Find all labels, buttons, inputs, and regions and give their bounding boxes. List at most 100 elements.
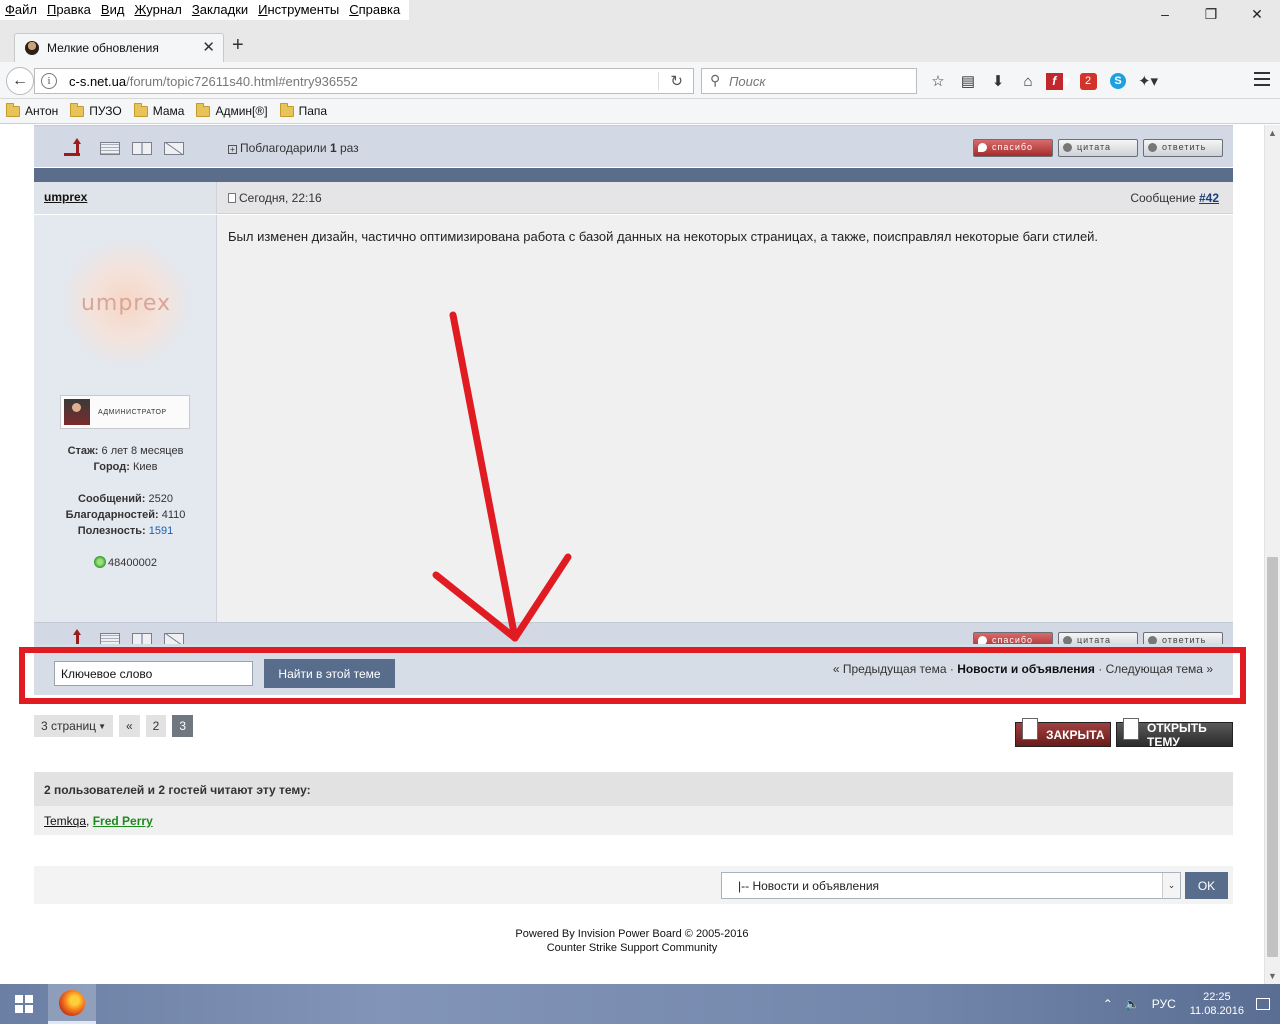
pagination: 3 страниц ▼ « 2 3 bbox=[34, 715, 199, 737]
tab-bar: Мелкие обновления ✕ + bbox=[0, 20, 1280, 62]
reload-icon[interactable]: ↻ bbox=[670, 72, 683, 90]
menu-view[interactable]: Вид bbox=[96, 0, 130, 20]
new-topic-button[interactable]: ОТКРЫТЬ ТЕМУ bbox=[1116, 718, 1233, 749]
close-tab-icon[interactable]: ✕ bbox=[202, 38, 215, 56]
email-icon[interactable] bbox=[164, 141, 184, 155]
star-icon[interactable]: ☆ bbox=[925, 69, 951, 93]
usefulness-row: Полезность: 1591 bbox=[34, 523, 217, 539]
first-page-link[interactable]: « bbox=[118, 715, 140, 737]
url-bar[interactable]: i c-s.net.ua/forum/topic72611s40.html#en… bbox=[34, 68, 694, 94]
bookmark-mama[interactable]: Мама bbox=[133, 102, 184, 118]
arrow-head-right bbox=[511, 553, 572, 642]
author-tenure-city: Стаж: 6 лет 8 месяцев Город: Киев bbox=[34, 443, 217, 475]
expand-plus-icon[interactable]: + bbox=[228, 145, 237, 154]
scroll-up-icon[interactable]: ▲ bbox=[1268, 128, 1277, 138]
taskbar-firefox[interactable] bbox=[48, 984, 96, 1024]
footer-community[interactable]: Counter Strike Support Community bbox=[0, 941, 1264, 955]
quote-button[interactable]: цитата bbox=[1058, 139, 1138, 157]
posts-value: 2520 bbox=[148, 493, 173, 505]
tab-active[interactable]: Мелкие обновления ✕ bbox=[14, 33, 224, 62]
post-number-label: Сообщение bbox=[1130, 191, 1196, 205]
post-buttons: спасибо цитата ответить bbox=[968, 139, 1223, 157]
flash-icon[interactable]: f ▾ bbox=[1045, 69, 1071, 93]
menu-help[interactable]: Справка bbox=[344, 0, 405, 20]
adblock-count: 2 bbox=[1079, 72, 1097, 90]
reply-button[interactable]: ответить bbox=[1143, 632, 1223, 644]
start-button[interactable] bbox=[0, 984, 48, 1024]
search-input[interactable]: ⚲ Поиск bbox=[701, 68, 917, 94]
reader-link[interactable]: Fred Perry bbox=[93, 814, 153, 828]
clock[interactable]: 22:25 11.08.2016 bbox=[1190, 990, 1244, 1018]
email-icon[interactable] bbox=[164, 632, 184, 644]
menu-history[interactable]: Журнал bbox=[129, 0, 186, 20]
extension-icon[interactable]: ✦▾ bbox=[1135, 69, 1161, 93]
bookmark-admin[interactable]: Админ[®] bbox=[196, 102, 268, 118]
download-icon[interactable]: ⬇ bbox=[985, 69, 1011, 93]
new-doc-icon bbox=[1123, 718, 1139, 740]
private-message-icon[interactable] bbox=[132, 141, 152, 155]
topic-closed-label: ЗАКРЫТА bbox=[1046, 727, 1105, 742]
url-text[interactable]: c-s.net.ua/forum/topic72611s40.html#entr… bbox=[69, 74, 358, 89]
footer-powered[interactable]: Powered By Invision Power Board © 2005-2… bbox=[0, 927, 1264, 941]
usefulness-value[interactable]: 1591 bbox=[149, 525, 173, 537]
notifications-icon[interactable] bbox=[1256, 998, 1270, 1010]
post-author-link[interactable]: umprex bbox=[44, 190, 87, 204]
thanks-count: 1 bbox=[329, 141, 337, 155]
thanks-summary[interactable]: + Поблагодарили 1 раз bbox=[228, 141, 359, 155]
bookmark-puzo[interactable]: ПУЗО bbox=[70, 102, 122, 118]
avatar[interactable]: umprex bbox=[62, 239, 190, 367]
post-header: umprex Сегодня, 22:16 Сообщение #42 bbox=[34, 182, 1233, 214]
reader-link[interactable]: Temkqa bbox=[44, 814, 86, 828]
reply-button[interactable]: ответить bbox=[1143, 139, 1223, 157]
page-scrollbar[interactable]: ▲ ▼ bbox=[1264, 125, 1280, 984]
page-link[interactable]: 2 bbox=[145, 715, 167, 737]
scroll-top-arrow-icon[interactable] bbox=[62, 138, 84, 156]
tray-expand-icon[interactable]: ⌃ bbox=[1103, 997, 1113, 1011]
chevron-down-icon[interactable]: ⌄ bbox=[1162, 873, 1180, 898]
profile-icon[interactable] bbox=[100, 141, 120, 155]
site-info-icon[interactable]: i bbox=[41, 73, 57, 89]
skype-icon[interactable]: S bbox=[1105, 69, 1131, 93]
bookmark-anton[interactable]: Антон bbox=[6, 102, 59, 118]
current-page: 3 bbox=[172, 715, 194, 737]
menu-icon[interactable] bbox=[1254, 72, 1270, 86]
tenure-label: Стаж: bbox=[67, 445, 99, 457]
private-message-icon[interactable] bbox=[132, 632, 152, 644]
rank-image-icon bbox=[64, 399, 90, 425]
menu-edit[interactable]: Правка bbox=[42, 0, 96, 20]
home-icon[interactable]: ⌂ bbox=[1015, 69, 1041, 93]
menu-file[interactable]: Файл bbox=[0, 0, 42, 20]
bookmark-papa[interactable]: Папа bbox=[279, 102, 327, 118]
scroll-down-icon[interactable]: ▼ bbox=[1268, 971, 1277, 981]
quote-button[interactable]: цитата bbox=[1058, 632, 1138, 644]
post-number-link[interactable]: #42 bbox=[1199, 191, 1219, 205]
windows-logo-icon bbox=[15, 995, 33, 1013]
adblock-icon[interactable]: 2 bbox=[1075, 69, 1101, 93]
profile-icon[interactable] bbox=[100, 632, 120, 644]
new-tab-icon[interactable]: + bbox=[232, 34, 244, 57]
pages-dropdown[interactable]: 3 страниц ▼ bbox=[34, 715, 113, 737]
bookmark-label: Антон bbox=[25, 104, 59, 118]
readers-tail: гостей читают эту тему: bbox=[168, 783, 311, 797]
thanks-suffix: раз bbox=[339, 141, 359, 155]
topic-closed-button[interactable]: ЗАКРЫТА bbox=[1015, 718, 1111, 747]
post-action-icons-bottom bbox=[62, 629, 196, 644]
menu-tools[interactable]: Инструменты bbox=[253, 0, 344, 20]
volume-icon[interactable]: 🔈 bbox=[1125, 997, 1140, 1011]
bookmark-label: ПУЗО bbox=[89, 104, 122, 118]
scroll-top-arrow-icon[interactable] bbox=[62, 629, 84, 644]
taskbar: ⌃ 🔈 РУС 22:25 11.08.2016 bbox=[0, 984, 1280, 1024]
caret-down-icon: ▼ bbox=[98, 721, 106, 731]
forum-jump-select[interactable]: |-- Новости и объявления ⌄ bbox=[721, 872, 1181, 899]
reading-list-icon[interactable]: ▤ bbox=[955, 69, 981, 93]
menu-bookmarks[interactable]: Закладки bbox=[187, 0, 253, 20]
language-indicator[interactable]: РУС bbox=[1152, 997, 1176, 1011]
thanks-button[interactable]: спасибо bbox=[973, 632, 1053, 644]
post-actions-strip: + Поблагодарили 1 раз спасибо цитата отве… bbox=[34, 125, 1233, 167]
thanks-button[interactable]: спасибо bbox=[973, 139, 1053, 157]
ok-button[interactable]: OK bbox=[1185, 872, 1228, 899]
folder-icon bbox=[196, 102, 211, 117]
scrollbar-thumb[interactable] bbox=[1267, 557, 1278, 957]
back-button-icon[interactable]: ← bbox=[6, 67, 34, 95]
reader-separator: , bbox=[86, 814, 90, 828]
